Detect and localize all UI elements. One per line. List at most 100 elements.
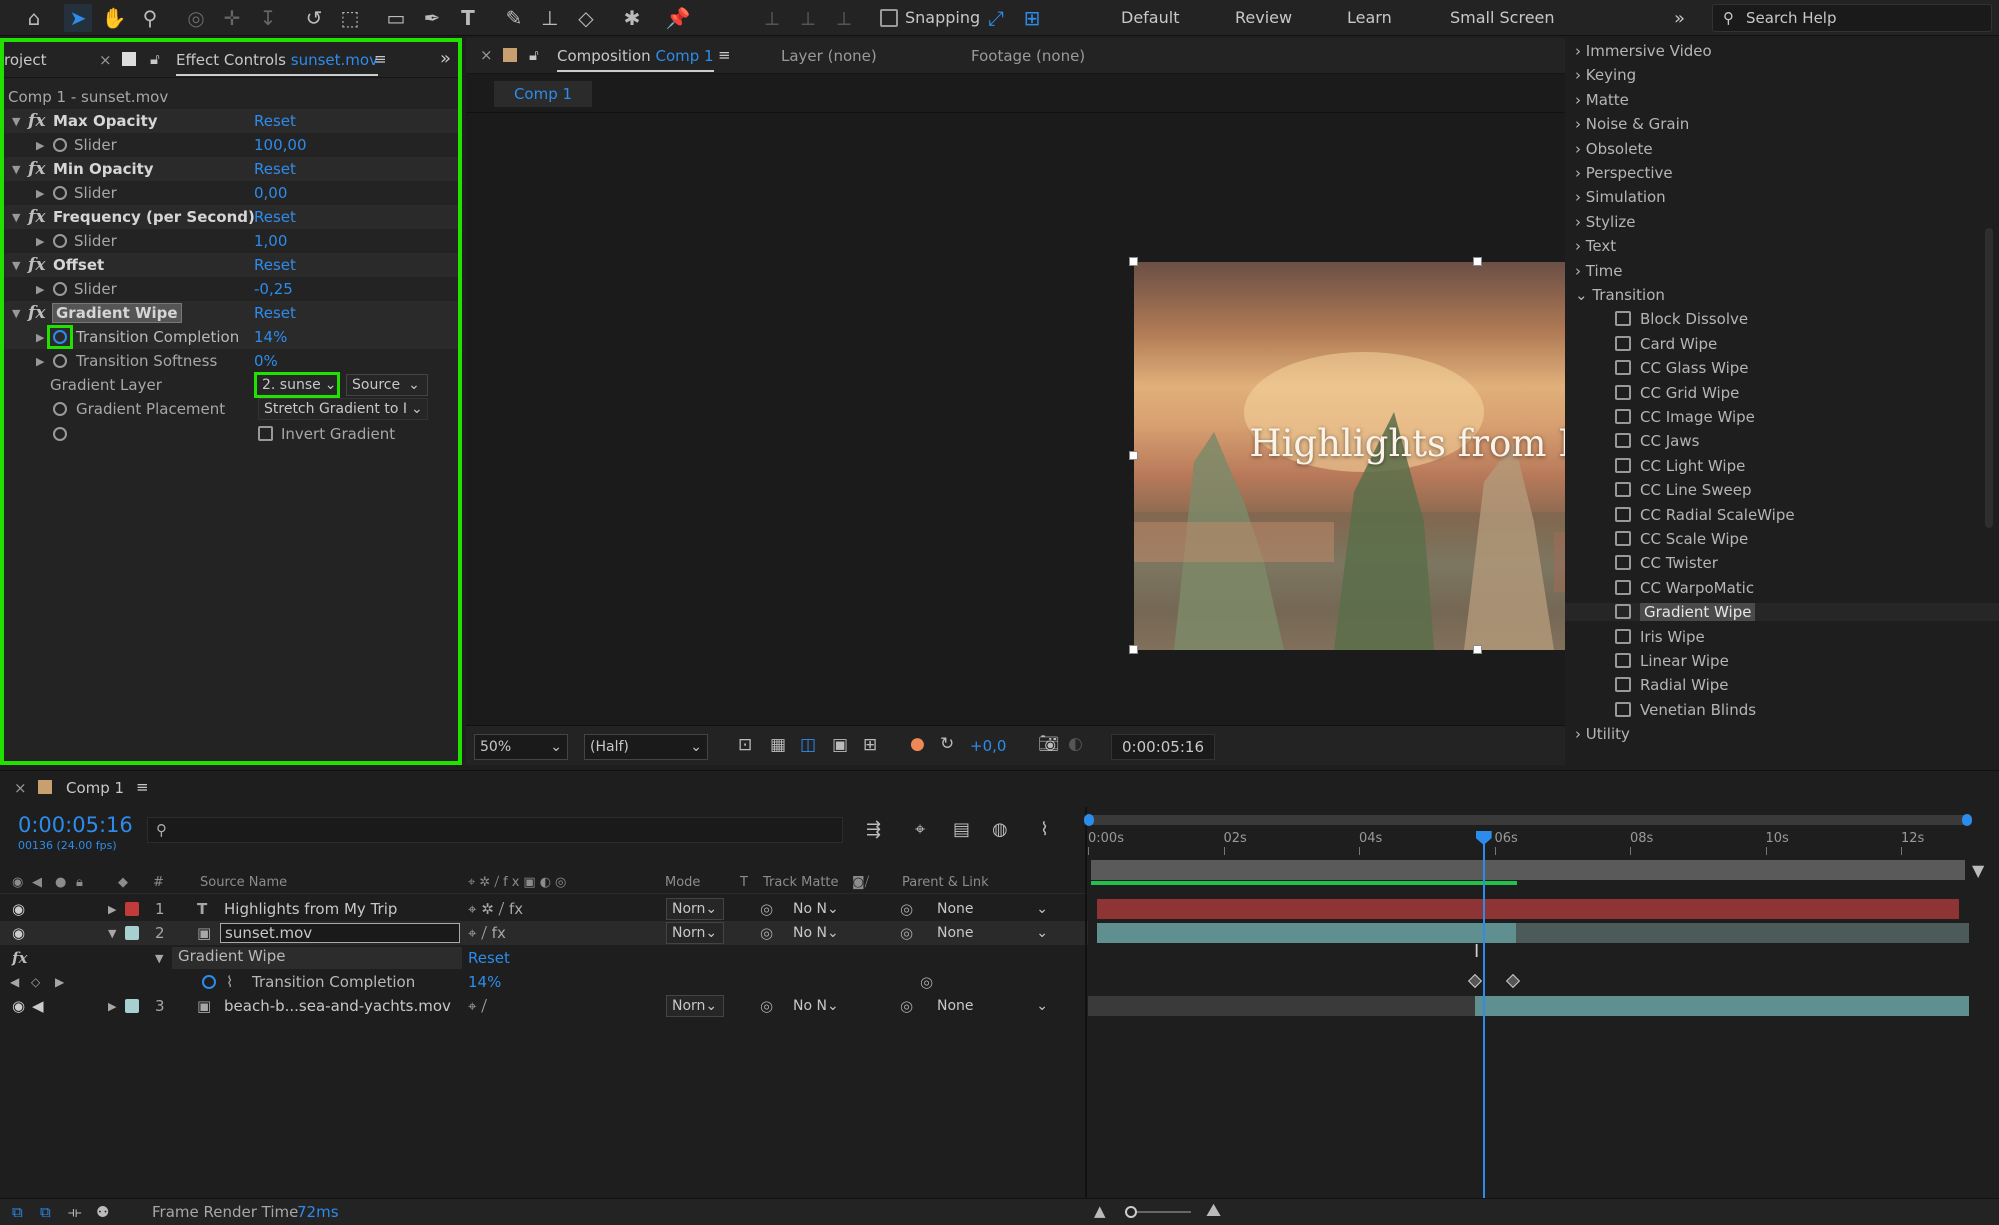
stopwatch-icon[interactable] bbox=[53, 354, 67, 368]
pen-tool-icon[interactable]: ✒ bbox=[418, 4, 446, 32]
library-category[interactable]: › Text bbox=[1575, 237, 1616, 255]
close-icon[interactable]: × bbox=[480, 46, 493, 64]
invert-gradient-checkbox[interactable] bbox=[258, 426, 273, 441]
effect-item[interactable]: CC WarpoMatic bbox=[1615, 579, 1754, 597]
twirl-open-icon[interactable]: ▼ bbox=[12, 259, 20, 272]
transform-handle[interactable] bbox=[1129, 451, 1138, 460]
layer-2-track-bar[interactable] bbox=[1097, 923, 1516, 943]
eye-icon[interactable]: ◉ bbox=[12, 924, 25, 942]
tab-comp-1[interactable]: Comp 1 bbox=[66, 779, 124, 797]
effect-item[interactable]: Iris Wipe bbox=[1615, 628, 1705, 646]
twirl-closed-icon[interactable]: ▶ bbox=[36, 283, 44, 296]
twirl-open-icon[interactable]: ▼ bbox=[12, 307, 20, 320]
effect-item[interactable]: Card Wipe bbox=[1615, 335, 1717, 353]
snap-features-icon[interactable]: ⊞ bbox=[1018, 4, 1046, 32]
workspace-learn[interactable]: Learn bbox=[1347, 8, 1392, 27]
navigator-end-handle[interactable] bbox=[1962, 814, 1972, 826]
effect-item[interactable]: Radial Wipe bbox=[1615, 676, 1729, 694]
axis-view-icon[interactable]: ⟂ bbox=[830, 4, 858, 32]
mode-dropdown[interactable]: Norn ⌄ bbox=[666, 898, 724, 920]
pickwhip-icon[interactable]: ◎ bbox=[900, 900, 913, 918]
transition-softness-value[interactable]: 0% bbox=[254, 352, 278, 370]
effect-min-opacity[interactable]: ▼ fx Min Opacity Reset bbox=[4, 157, 458, 181]
timeline-effect-row[interactable]: fx ▼ Gradient Wipe Reset bbox=[0, 946, 1088, 970]
panel-menu-icon[interactable]: ≡ bbox=[718, 46, 731, 64]
effect-item[interactable]: Venetian Blinds bbox=[1615, 701, 1756, 719]
slider-value[interactable]: 100,00 bbox=[254, 136, 307, 154]
twirl-closed-icon[interactable]: ▶ bbox=[36, 139, 44, 152]
effect-item[interactable]: CC Jaws bbox=[1615, 432, 1699, 450]
reset-button[interactable]: Reset bbox=[254, 256, 296, 274]
effect-item[interactable]: Linear Wipe bbox=[1615, 652, 1729, 670]
property-value[interactable]: 14% bbox=[468, 973, 501, 991]
fx-icon[interactable]: fx bbox=[12, 949, 27, 967]
orbit-camera-icon[interactable]: ◎ bbox=[182, 4, 210, 32]
current-time-display[interactable]: 0:00:05:16 bbox=[1111, 734, 1215, 760]
transform-handle[interactable] bbox=[1473, 645, 1482, 654]
effect-item[interactable]: CC Image Wipe bbox=[1615, 408, 1755, 426]
library-category[interactable]: › Perspective bbox=[1575, 164, 1673, 182]
zoom-tool-icon[interactable]: ⚲ bbox=[136, 4, 164, 32]
scrollbar[interactable] bbox=[1985, 228, 1993, 528]
effect-item[interactable]: Gradient Wipe bbox=[1565, 603, 1999, 622]
stopwatch-icon[interactable] bbox=[53, 234, 67, 248]
twirl-closed-icon[interactable]: ▶ bbox=[36, 187, 44, 200]
lock-icon[interactable]: 🔓︎ bbox=[150, 50, 160, 68]
fx-icon[interactable]: fx bbox=[28, 255, 45, 275]
lock-icon[interactable]: 🔓︎ bbox=[529, 46, 539, 64]
reset-button[interactable]: Reset bbox=[254, 112, 296, 130]
parent-dropdown[interactable]: None ⌄ bbox=[932, 898, 1054, 920]
effect-offset[interactable]: ▼ fx Offset Reset bbox=[4, 253, 458, 277]
reset-button[interactable]: Reset bbox=[254, 208, 296, 226]
slider-value[interactable]: -0,25 bbox=[254, 280, 293, 298]
layer-search-input[interactable]: ⚲ bbox=[147, 817, 843, 843]
pickwhip-icon[interactable]: ◎ bbox=[900, 997, 913, 1015]
hand-tool-icon[interactable]: ✋ bbox=[100, 4, 128, 32]
more-workspaces-icon[interactable]: » bbox=[1674, 8, 1685, 29]
panel-menu-icon[interactable]: ≡ bbox=[374, 50, 387, 68]
effect-item[interactable]: CC Grid Wipe bbox=[1615, 384, 1739, 402]
resolution-dropdown[interactable]: (Half) ⌄ bbox=[584, 734, 708, 760]
type-tool-icon[interactable]: T bbox=[454, 4, 482, 32]
column-source-name[interactable]: Source Name bbox=[200, 875, 287, 890]
transparency-grid-icon[interactable]: ▦ bbox=[770, 735, 786, 755]
twirl-open-icon[interactable]: ▼ bbox=[12, 211, 20, 224]
prev-keyframe-icon[interactable]: ◀ bbox=[10, 975, 19, 989]
graph-editor-icon[interactable]: ⌇ bbox=[1040, 819, 1049, 840]
eye-icon[interactable]: ◉ bbox=[12, 997, 25, 1015]
layer-3-track-bar[interactable] bbox=[1475, 996, 1969, 1016]
timeline-property-row[interactable]: ◀ ◇ ▶ ⌇ Transition Completion 14% ◎ bbox=[0, 970, 1088, 994]
twirl-closed-icon[interactable]: ▶ bbox=[36, 331, 44, 344]
puppet-pin-tool-icon[interactable]: 📌 bbox=[664, 4, 692, 32]
effect-max-opacity[interactable]: ▼ fx Max Opacity Reset bbox=[4, 109, 458, 133]
effect-item[interactable]: CC Glass Wipe bbox=[1615, 359, 1749, 377]
graph-icon[interactable]: ⌇ bbox=[226, 973, 233, 991]
clone-stamp-tool-icon[interactable]: ⊥ bbox=[536, 4, 564, 32]
track-matte-dropdown[interactable]: No N ⌄ bbox=[788, 995, 844, 1017]
search-help-field[interactable]: ⚲ Search Help bbox=[1712, 4, 1992, 32]
color-management-icon[interactable]: ● bbox=[910, 734, 925, 754]
home-icon[interactable]: ⌂ bbox=[20, 4, 48, 32]
library-category[interactable]: › Keying bbox=[1575, 66, 1636, 84]
roto-brush-tool-icon[interactable]: ✱ bbox=[618, 4, 646, 32]
stopwatch-icon[interactable] bbox=[202, 975, 216, 989]
draft-3d-icon[interactable]: ⌖ bbox=[915, 819, 925, 840]
track-matte-dropdown[interactable]: No N ⌄ bbox=[788, 922, 844, 944]
twirl-closed-icon[interactable]: ▶ bbox=[108, 1000, 116, 1013]
effect-item[interactable]: CC Radial ScaleWipe bbox=[1615, 506, 1795, 524]
next-keyframe-icon[interactable]: ▶ bbox=[55, 975, 64, 989]
effect-item[interactable]: CC Line Sweep bbox=[1615, 481, 1752, 499]
stopwatch-icon[interactable] bbox=[53, 427, 67, 441]
navigator-start-handle[interactable] bbox=[1084, 814, 1094, 826]
expand-panels-icon[interactable]: » bbox=[440, 48, 451, 69]
gradient-source-dropdown[interactable]: Source ⌄ bbox=[346, 374, 428, 396]
layer-name[interactable]: sunset.mov bbox=[220, 923, 460, 943]
layer-switches[interactable]: ⌖ ⧸ bbox=[468, 997, 487, 1015]
mode-dropdown[interactable]: Norn ⌄ bbox=[666, 922, 724, 944]
preserve-alpha-icon[interactable]: ◎ bbox=[760, 924, 773, 942]
keyframe-marker[interactable] bbox=[1467, 973, 1483, 989]
transform-handle[interactable] bbox=[1129, 645, 1138, 654]
library-category[interactable]: › Matte bbox=[1575, 91, 1629, 109]
layer-label-swatch[interactable] bbox=[125, 926, 139, 940]
brush-tool-icon[interactable]: ✎ bbox=[500, 4, 528, 32]
